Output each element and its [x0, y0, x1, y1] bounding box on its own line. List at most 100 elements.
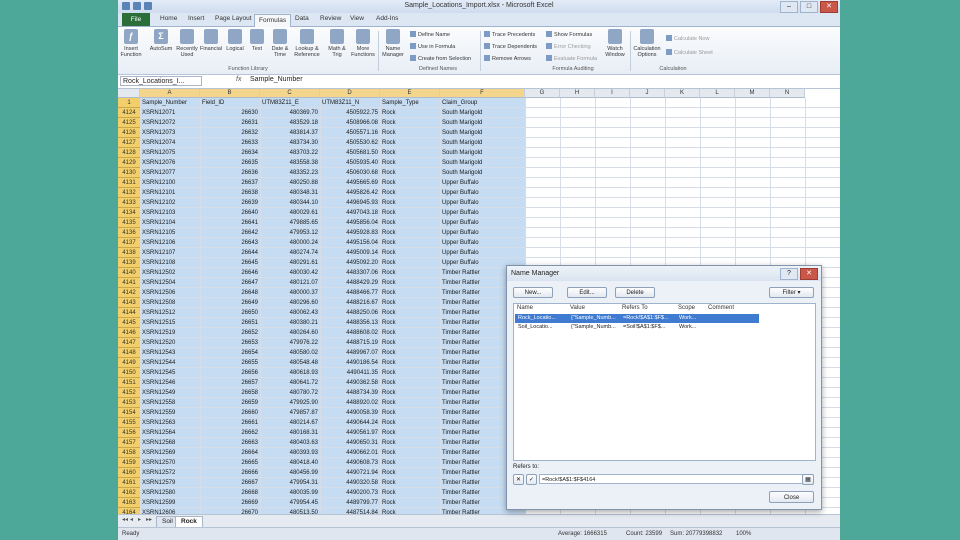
- table-cell[interactable]: 483352.23: [262, 168, 318, 178]
- table-cell[interactable]: 4505935.40: [322, 158, 378, 168]
- table-cell[interactable]: 480000.37: [262, 288, 318, 298]
- table-cell[interactable]: 480380.21: [262, 318, 318, 328]
- table-cell[interactable]: 26662: [202, 428, 258, 438]
- row-header[interactable]: 4124: [118, 108, 140, 118]
- table-cell[interactable]: Rock: [382, 488, 438, 498]
- column-header[interactable]: J: [630, 89, 665, 98]
- close-dialog-button[interactable]: Close: [769, 491, 814, 503]
- table-cell[interactable]: 480393.93: [262, 448, 318, 458]
- table-cell[interactable]: 4490186.54: [322, 358, 378, 368]
- row-header[interactable]: 4157: [118, 438, 140, 448]
- table-cell[interactable]: XSRN12520: [142, 338, 198, 348]
- table-cell[interactable]: 4488920.02: [322, 398, 378, 408]
- table-cell[interactable]: Rock: [382, 498, 438, 508]
- table-cell[interactable]: 483558.38: [262, 158, 318, 168]
- table-cell[interactable]: 480168.31: [262, 428, 318, 438]
- table-cell[interactable]: Rock: [382, 118, 438, 128]
- table-cell[interactable]: XSRN12546: [142, 378, 198, 388]
- column-comment[interactable]: Comment: [708, 305, 734, 311]
- table-cell[interactable]: 26637: [202, 178, 258, 188]
- table-cell[interactable]: Rock: [382, 208, 438, 218]
- tab-home[interactable]: Home: [160, 15, 177, 22]
- prev-sheet-button[interactable]: ◂: [130, 517, 137, 524]
- table-cell[interactable]: 26666: [202, 468, 258, 478]
- table-cell[interactable]: 480274.74: [262, 248, 318, 258]
- table-cell[interactable]: 480548.48: [262, 358, 318, 368]
- row-header[interactable]: 4155: [118, 418, 140, 428]
- table-cell[interactable]: XSRN12107: [142, 248, 198, 258]
- select-all-corner[interactable]: [118, 89, 140, 98]
- table-cell[interactable]: 4490200.73: [322, 488, 378, 498]
- row-header[interactable]: 4143: [118, 298, 140, 308]
- name-box[interactable]: Rock_Locations_I...: [120, 76, 202, 86]
- table-cell[interactable]: XSRN12568: [142, 438, 198, 448]
- table-cell[interactable]: 479885.65: [262, 218, 318, 228]
- row-header[interactable]: 4158: [118, 448, 140, 458]
- table-cell[interactable]: 4488429.29: [322, 278, 378, 288]
- table-cell[interactable]: 26635: [202, 158, 258, 168]
- table-cell[interactable]: South Marigold: [442, 138, 523, 148]
- table-cell[interactable]: Rock: [382, 408, 438, 418]
- use-in-formula-button[interactable]: Use in Formula: [410, 43, 455, 50]
- show-formulas-button[interactable]: Show Formulas: [546, 31, 592, 38]
- table-cell[interactable]: 4488466.77: [322, 288, 378, 298]
- row-header[interactable]: 4152: [118, 388, 140, 398]
- table-cell[interactable]: 479954.31: [262, 478, 318, 488]
- row-header[interactable]: 4148: [118, 348, 140, 358]
- table-cell[interactable]: XSRN12572: [142, 468, 198, 478]
- table-cell[interactable]: 4495009.14: [322, 248, 378, 258]
- table-cell[interactable]: Rock: [382, 258, 438, 268]
- recently-used-button[interactable]: Recently Used: [174, 29, 200, 58]
- table-cell[interactable]: 4488734.39: [322, 388, 378, 398]
- table-cell[interactable]: Rock: [382, 228, 438, 238]
- table-cell[interactable]: 480264.60: [262, 328, 318, 338]
- table-cell[interactable]: 480618.93: [262, 368, 318, 378]
- name-manager-button[interactable]: Name Manager: [380, 29, 406, 58]
- table-cell[interactable]: Rock: [382, 168, 438, 178]
- table-cell[interactable]: Rock: [382, 128, 438, 138]
- column-header[interactable]: G: [525, 89, 560, 98]
- column-header[interactable]: L: [700, 89, 735, 98]
- table-cell[interactable]: 480000.24: [262, 238, 318, 248]
- table-cell[interactable]: Upper Buffalo: [442, 198, 523, 208]
- table-cell[interactable]: XSRN12580: [142, 488, 198, 498]
- table-cell[interactable]: Rock: [382, 318, 438, 328]
- table-cell[interactable]: 26647: [202, 278, 258, 288]
- table-cell[interactable]: 26657: [202, 378, 258, 388]
- table-cell[interactable]: XSRN12074: [142, 138, 198, 148]
- edit-name-button[interactable]: Edit...: [567, 287, 607, 298]
- table-cell[interactable]: 26654: [202, 348, 258, 358]
- table-cell[interactable]: 26661: [202, 418, 258, 428]
- calculate-sheet-button[interactable]: Calculate Sheet: [666, 49, 713, 56]
- table-cell[interactable]: 4490561.97: [322, 428, 378, 438]
- row-header[interactable]: 4163: [118, 498, 140, 508]
- table-cell[interactable]: XSRN12512: [142, 308, 198, 318]
- table-cell[interactable]: 4490650.31: [322, 438, 378, 448]
- table-cell[interactable]: 26664: [202, 448, 258, 458]
- table-cell[interactable]: Upper Buffalo: [442, 218, 523, 228]
- table-cell[interactable]: 26641: [202, 218, 258, 228]
- table-cell[interactable]: 483529.18: [262, 118, 318, 128]
- table-cell[interactable]: 26667: [202, 478, 258, 488]
- table-cell[interactable]: Upper Buffalo: [442, 178, 523, 188]
- table-cell[interactable]: XSRN12549: [142, 388, 198, 398]
- tab-insert[interactable]: Insert: [188, 15, 204, 22]
- table-cell[interactable]: Rock: [382, 268, 438, 278]
- table-cell[interactable]: 4490320.58: [322, 478, 378, 488]
- row-header[interactable]: 4147: [118, 338, 140, 348]
- delete-name-button[interactable]: Delete: [615, 287, 655, 298]
- table-cell[interactable]: XSRN12072: [142, 118, 198, 128]
- table-cell[interactable]: South Marigold: [442, 128, 523, 138]
- row-header[interactable]: 4129: [118, 158, 140, 168]
- table-cell[interactable]: XSRN12545: [142, 368, 198, 378]
- table-cell[interactable]: 480348.31: [262, 188, 318, 198]
- table-cell[interactable]: 4488250.06: [322, 308, 378, 318]
- table-cell[interactable]: XSRN12105: [142, 228, 198, 238]
- tab-review[interactable]: Review: [320, 15, 341, 22]
- table-cell[interactable]: Rock: [382, 458, 438, 468]
- table-cell[interactable]: XSRN12502: [142, 268, 198, 278]
- header-cell[interactable]: UTM83Z11_E: [262, 98, 318, 108]
- table-cell[interactable]: 4490644.24: [322, 418, 378, 428]
- row-header[interactable]: 4162: [118, 488, 140, 498]
- next-sheet-button[interactable]: ▸: [138, 517, 145, 524]
